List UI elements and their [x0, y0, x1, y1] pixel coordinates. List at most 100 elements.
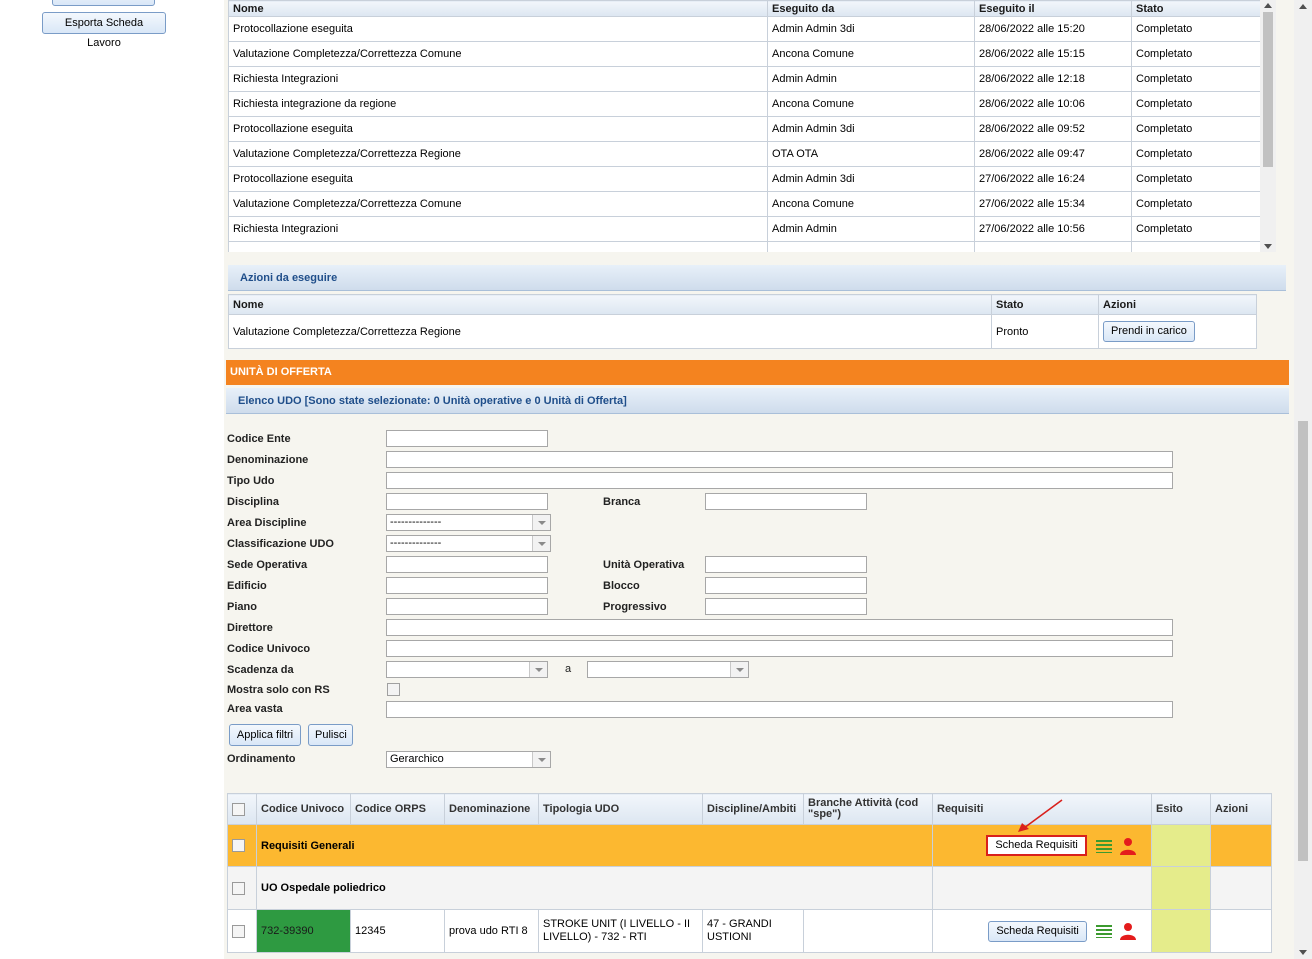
blocco-input[interactable]: [705, 577, 867, 594]
history-cell: Completato: [1131, 66, 1262, 92]
table-row: Valutazione Completezza/Correttezza Regi…: [228, 141, 1262, 167]
group-label-requisiti-generali: Requisiti Generali: [256, 824, 933, 867]
prendi-in-carico-button[interactable]: Prendi in carico: [1103, 321, 1195, 342]
udo-section-title: UNITÀ DI OFFERTA: [230, 366, 332, 378]
unita-operativa-input[interactable]: [705, 556, 867, 573]
branca-input[interactable]: [705, 493, 867, 510]
label-progressivo: Progressivo: [603, 601, 667, 613]
history-cell: Protocollazione eseguita: [228, 116, 768, 142]
scheda-requisiti-button[interactable]: Scheda Requisiti: [986, 835, 1087, 856]
col-codice-orps[interactable]: Codice ORPS: [350, 793, 445, 825]
user-icon[interactable]: [1119, 837, 1137, 855]
actions-col-stato: Stato: [991, 294, 1099, 315]
label-mostra-solo-rs: Mostra solo con RS: [227, 684, 330, 696]
list-icon[interactable]: [1095, 839, 1112, 853]
history-cell: Completato: [1131, 116, 1262, 142]
label-tipo-udo: Tipo Udo: [227, 475, 275, 487]
label-area-discipline: Area Discipline: [227, 517, 307, 529]
actions-table: Nome Stato Azioni Valutazione Completezz…: [228, 294, 1257, 349]
codice-ente-input[interactable]: [386, 430, 548, 447]
table-row: Valutazione Completezza/Correttezza Comu…: [228, 191, 1262, 217]
actions-col-azioni: Azioni: [1098, 294, 1257, 315]
codice-univoco-cell: 732-39390: [256, 909, 351, 953]
history-cell: OTA OTA: [767, 141, 975, 167]
top-hidden-button[interactable]: [52, 0, 155, 6]
branche-cell: [803, 909, 933, 953]
direttore-input[interactable]: [386, 619, 1173, 636]
col-eseguito-da[interactable]: Eseguito da: [767, 0, 975, 17]
chevron-down-icon: [529, 662, 547, 677]
col-eseguito-il[interactable]: Eseguito il: [974, 0, 1132, 17]
list-icon[interactable]: [1095, 924, 1112, 938]
chevron-down-icon: [532, 515, 550, 530]
classificazione-udo-select[interactable]: --------------: [386, 535, 551, 552]
history-cell: Protocollazione eseguita: [228, 166, 768, 192]
disciplina-input[interactable]: [386, 493, 548, 510]
piano-input[interactable]: [386, 598, 548, 615]
table-row: Protocollazione eseguita Admin Admin 3di 2…: [228, 166, 1262, 192]
scadenza-a-picker[interactable]: [587, 661, 749, 678]
progressivo-input[interactable]: [705, 598, 867, 615]
label-unita-operativa: Unità Operativa: [603, 559, 685, 571]
select-all-checkbox[interactable]: [232, 802, 245, 816]
area-discipline-select[interactable]: --------------: [386, 514, 551, 531]
col-branche-attivita[interactable]: Branche Attività (cod "spe"): [803, 793, 933, 825]
col-stato[interactable]: Stato: [1131, 0, 1262, 17]
azioni-cell: [1210, 866, 1272, 910]
table-row: [228, 241, 1262, 252]
esito-cell: [1151, 909, 1211, 953]
row-checkbox[interactable]: [232, 839, 245, 852]
mostra-solo-rs-checkbox[interactable]: [387, 683, 400, 696]
col-nome[interactable]: Nome: [228, 0, 768, 17]
tipologia-cell: STROKE UNIT (I LIVELLO - II LIVELLO) - 7…: [538, 909, 703, 953]
history-cell: Ancona Comune: [767, 191, 975, 217]
col-tipologia-udo[interactable]: Tipologia UDO: [538, 793, 703, 825]
history-table-container: Nome Eseguito da Eseguito il Stato Proto…: [228, 0, 1262, 252]
azioni-cell: [1210, 824, 1272, 867]
history-cell: Admin Admin 3di: [767, 16, 975, 42]
export-scheda-lavoro-button[interactable]: Esporta Scheda Lavoro: [42, 12, 166, 49]
codice-univoco-input[interactable]: [386, 640, 1173, 657]
pulisci-button[interactable]: Pulisci: [308, 724, 353, 746]
denominazione-input[interactable]: [386, 451, 1173, 468]
user-icon[interactable]: [1119, 922, 1137, 940]
col-codice-univoco[interactable]: Codice Univoco: [256, 793, 351, 825]
actions-section-header: Azioni da eseguire: [228, 265, 1286, 291]
sede-operativa-input[interactable]: [386, 556, 548, 573]
label-codice-ente: Codice Ente: [227, 433, 291, 445]
history-cell: Completato: [1131, 216, 1262, 242]
label-ordinamento: Ordinamento: [227, 753, 296, 765]
azioni-cell: [1210, 909, 1272, 953]
discipline-cell: 47 - GRANDI USTIONI: [702, 909, 804, 953]
history-cell: Completato: [1131, 166, 1262, 192]
label-area-vasta: Area vasta: [227, 703, 283, 715]
history-cell: Completato: [1131, 141, 1262, 167]
col-azioni: Azioni: [1210, 793, 1272, 825]
group-label-uo-ospedale: UO Ospedale poliedrico: [256, 866, 933, 910]
scheda-requisiti-button[interactable]: Scheda Requisiti: [988, 920, 1087, 942]
col-denominazione[interactable]: Denominazione: [444, 793, 539, 825]
tipo-udo-input[interactable]: [386, 472, 1173, 489]
page-scrollbar[interactable]: [1294, 0, 1312, 959]
history-cell: Completato: [1131, 16, 1262, 42]
history-scrollbar[interactable]: [1260, 0, 1276, 252]
label-edificio: Edificio: [227, 580, 267, 592]
history-cell: 28/06/2022 alle 09:52: [974, 116, 1132, 142]
udo-list-header: Elenco UDO [Sono state selezionate: 0 Un…: [226, 388, 1289, 414]
row-checkbox[interactable]: [232, 924, 245, 938]
actions-col-nome: Nome: [228, 294, 992, 315]
row-checkbox[interactable]: [232, 881, 245, 895]
area-vasta-input[interactable]: [386, 701, 1173, 718]
left-panel: Esporta Scheda Lavoro: [0, 0, 224, 959]
esito-cell: [1151, 866, 1211, 910]
col-discipline-ambiti[interactable]: Discipline/Ambiti: [702, 793, 804, 825]
history-cell: Ancona Comune: [767, 91, 975, 117]
label-piano: Piano: [227, 601, 257, 613]
ordinamento-select[interactable]: Gerarchico: [386, 751, 551, 768]
history-cell: Richiesta Integrazioni: [228, 216, 768, 242]
table-row: Protocollazione eseguita Admin Admin 3di 2…: [228, 16, 1262, 42]
edificio-input[interactable]: [386, 577, 548, 594]
applica-filtri-button[interactable]: Applica filtri: [229, 724, 301, 746]
history-cell: Admin Admin 3di: [767, 116, 975, 142]
scadenza-da-picker[interactable]: [386, 661, 548, 678]
